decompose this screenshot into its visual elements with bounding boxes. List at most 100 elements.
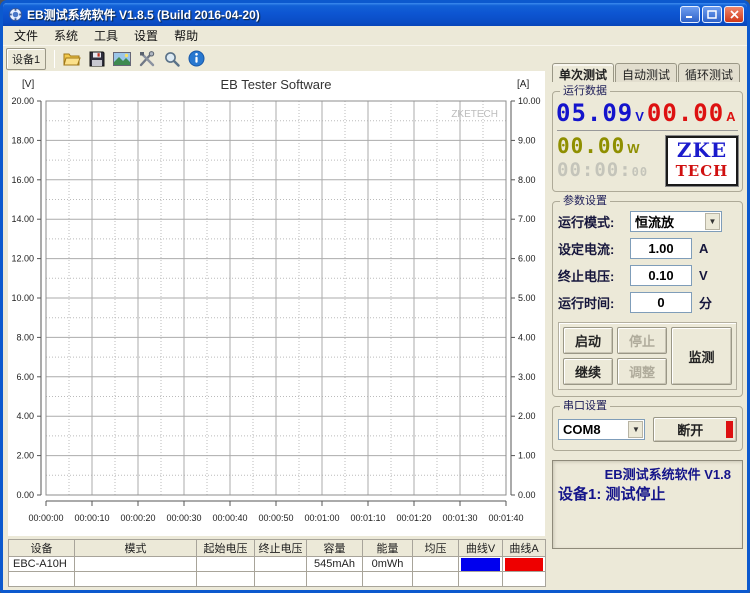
app-window: EB测试系统软件 V1.8.5 (Build 2016-04-20) 文件 系统… bbox=[0, 0, 750, 593]
run-mode-select[interactable]: 恒流放 ▼ bbox=[630, 211, 722, 232]
cutoff-voltage-input[interactable]: 0.10 bbox=[630, 265, 692, 286]
curve-v-swatch[interactable] bbox=[461, 557, 500, 571]
svg-text:EB Tester Software: EB Tester Software bbox=[220, 77, 331, 92]
svg-text:00:00:00: 00:00:00 bbox=[28, 513, 63, 523]
open-folder-icon[interactable] bbox=[59, 48, 84, 70]
resume-button[interactable]: 继续 bbox=[563, 358, 613, 385]
minimize-icon bbox=[686, 16, 692, 18]
minimize-button[interactable] bbox=[680, 6, 700, 23]
mode-cell[interactable] bbox=[74, 556, 197, 572]
svg-text:12.00: 12.00 bbox=[11, 254, 34, 264]
svg-text:00:01:00: 00:01:00 bbox=[304, 513, 339, 523]
set-current-input[interactable]: 1.00 bbox=[630, 238, 692, 259]
svg-text:4.00: 4.00 bbox=[518, 332, 536, 342]
end-voltage-cell[interactable] bbox=[254, 556, 307, 572]
svg-text:5.00: 5.00 bbox=[518, 293, 536, 303]
curve-a-swatch[interactable] bbox=[505, 557, 543, 571]
svg-text:00:00:40: 00:00:40 bbox=[212, 513, 247, 523]
svg-text:6.00: 6.00 bbox=[16, 372, 34, 382]
status-box: EB测试系统软件 V1.8 设备1: 测试停止 bbox=[552, 460, 743, 549]
table-row-empty[interactable] bbox=[8, 571, 546, 587]
run-time-input[interactable]: 0 bbox=[630, 292, 692, 313]
curve-v-cell[interactable] bbox=[458, 556, 503, 572]
svg-text:[V]: [V] bbox=[22, 79, 34, 90]
svg-text:0.00: 0.00 bbox=[518, 490, 536, 500]
svg-text:14.00: 14.00 bbox=[11, 214, 34, 224]
tab-cycle-test[interactable]: 循环测试 bbox=[678, 63, 741, 82]
svg-text:18.00: 18.00 bbox=[11, 135, 34, 145]
avg-voltage-cell[interactable] bbox=[412, 556, 459, 572]
col-mode[interactable]: 模式 bbox=[74, 539, 197, 557]
menu-system[interactable]: 系统 bbox=[46, 25, 86, 46]
svg-text:9.00: 9.00 bbox=[518, 135, 536, 145]
col-avg-voltage[interactable]: 均压 bbox=[412, 539, 459, 557]
menu-bar: 文件 系统 工具 设置 帮助 bbox=[3, 26, 747, 46]
run-data-group: 运行数据 05.09 V 00.00 A 00.00 W 00:00:00 ZK… bbox=[552, 85, 743, 192]
stop-button[interactable]: 停止 bbox=[617, 327, 667, 354]
chevron-down-icon[interactable]: ▼ bbox=[705, 213, 720, 230]
control-buttons: 启动 停止 监测 继续 调整 bbox=[558, 322, 737, 390]
display-divider bbox=[557, 130, 738, 131]
menu-settings[interactable]: 设置 bbox=[126, 25, 166, 46]
adjust-button[interactable]: 调整 bbox=[617, 358, 667, 385]
image-icon[interactable] bbox=[109, 48, 134, 70]
menu-file[interactable]: 文件 bbox=[6, 25, 46, 46]
start-button[interactable]: 启动 bbox=[563, 327, 613, 354]
monitor-button[interactable]: 监测 bbox=[671, 327, 732, 385]
voltage-current-display: 05.09 V 00.00 A bbox=[553, 92, 742, 127]
col-curve-a[interactable]: 曲线A bbox=[502, 539, 546, 557]
maximize-button[interactable] bbox=[702, 6, 722, 23]
cutoff-voltage-unit: V bbox=[699, 268, 708, 283]
menu-tools[interactable]: 工具 bbox=[86, 25, 126, 46]
svg-text:6.00: 6.00 bbox=[518, 254, 536, 264]
info-icon[interactable] bbox=[184, 48, 209, 70]
col-end-voltage[interactable]: 终止电压 bbox=[254, 539, 307, 557]
time-display: 00:00:00 bbox=[557, 159, 649, 181]
device-cell[interactable]: EBC-A10H bbox=[8, 556, 75, 572]
com-port-select[interactable]: COM8 ▼ bbox=[558, 419, 646, 440]
col-capacity[interactable]: 容量 bbox=[306, 539, 363, 557]
svg-text:1.00: 1.00 bbox=[518, 451, 536, 461]
svg-text:0.00: 0.00 bbox=[16, 490, 34, 500]
col-start-voltage[interactable]: 起始电压 bbox=[196, 539, 255, 557]
tab-auto-test[interactable]: 自动测试 bbox=[615, 63, 678, 82]
start-voltage-cell[interactable] bbox=[196, 556, 255, 572]
col-device[interactable]: 设备 bbox=[8, 539, 75, 557]
menu-help[interactable]: 帮助 bbox=[166, 25, 206, 46]
svg-text:[A]: [A] bbox=[517, 79, 529, 90]
svg-text:8.00: 8.00 bbox=[518, 175, 536, 185]
capacity-cell[interactable]: 545mAh bbox=[306, 556, 363, 572]
col-energy[interactable]: 能量 bbox=[362, 539, 413, 557]
col-curve-v[interactable]: 曲线V bbox=[458, 539, 503, 557]
zketech-logo: ZKE TECH bbox=[665, 135, 739, 187]
table-header-row: 设备 模式 起始电压 终止电压 容量 能量 均压 曲线V 曲线A bbox=[8, 539, 546, 557]
status-device-state: 设备1: 测试停止 bbox=[558, 486, 666, 503]
run-mode-label: 运行模式: bbox=[558, 215, 615, 230]
save-icon[interactable] bbox=[84, 48, 109, 70]
device-1-button[interactable]: 设备1 bbox=[6, 47, 47, 70]
svg-text:00:01:20: 00:01:20 bbox=[396, 513, 431, 523]
svg-text:2.00: 2.00 bbox=[518, 411, 536, 421]
control-panel: 单次测试 自动测试 循环测试 运行数据 05.09 V 00.00 A 00.00 W bbox=[552, 63, 743, 590]
tab-single-test[interactable]: 单次测试 bbox=[552, 63, 615, 82]
zoom-icon[interactable] bbox=[159, 48, 184, 70]
tools-icon[interactable] bbox=[134, 48, 159, 70]
disconnect-button[interactable]: 断开 bbox=[653, 417, 737, 442]
chevron-down-icon[interactable]: ▼ bbox=[628, 421, 644, 438]
toolbar-separator bbox=[54, 49, 56, 68]
energy-cell[interactable]: 0mWh bbox=[362, 556, 413, 572]
window-title: EB测试系统软件 V1.8.5 (Build 2016-04-20) bbox=[27, 8, 260, 22]
set-current-unit: A bbox=[699, 241, 709, 256]
svg-text:4.00: 4.00 bbox=[16, 411, 34, 421]
table-row[interactable]: EBC-A10H 545mAh 0mWh bbox=[8, 556, 546, 572]
svg-text:00:01:30: 00:01:30 bbox=[442, 513, 477, 523]
status-software-version: EB测试系统软件 V1.8 bbox=[604, 467, 731, 482]
svg-text:16.00: 16.00 bbox=[11, 175, 34, 185]
svg-text:00:00:10: 00:00:10 bbox=[74, 513, 109, 523]
chart-panel: 20.00 10.00 18.00 9.00 16.00 8.00 14.00 7.00 12.… bbox=[8, 71, 545, 536]
svg-text:00:01:40: 00:01:40 bbox=[488, 513, 523, 523]
close-button[interactable] bbox=[724, 6, 744, 23]
title-bar[interactable]: EB测试系统软件 V1.8.5 (Build 2016-04-20) bbox=[3, 3, 747, 26]
curve-a-cell[interactable] bbox=[502, 556, 546, 572]
eb-tester-chart: 20.00 10.00 18.00 9.00 16.00 8.00 14.00 7.00 12.… bbox=[11, 77, 540, 523]
